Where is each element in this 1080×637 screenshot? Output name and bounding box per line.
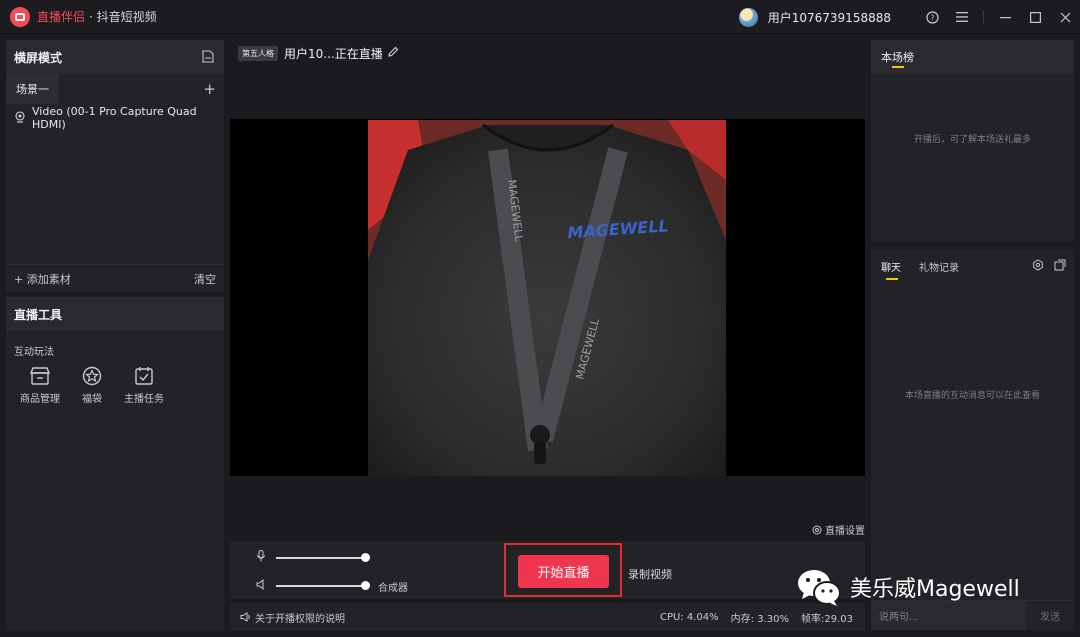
chat-tab-underline — [886, 277, 898, 280]
help-icon[interactable]: ? — [917, 0, 947, 34]
speaker-icon[interactable] — [256, 578, 267, 593]
lucky-bag-icon — [82, 366, 102, 386]
scene-panel-header: 横屏模式 — [6, 40, 224, 74]
frame-rate: 帧率:29.03 — [801, 613, 853, 625]
mode-title: 横屏模式 — [14, 50, 63, 65]
menu-icon[interactable] — [947, 0, 977, 34]
minimize-icon[interactable] — [990, 0, 1020, 34]
settings-gear-icon — [812, 525, 822, 534]
camera-feed: MAGEWELL MAGEWELL MAGEWELL — [368, 120, 726, 476]
app-logo-icon — [10, 6, 30, 27]
scene-tab-1[interactable]: 场景一 — [6, 74, 59, 104]
scene-panel: 横屏模式 场景一 + Video (00-1 Pro Capture Quad … — [6, 40, 224, 292]
start-live-button[interactable]: 开始直播 — [518, 555, 609, 588]
memory-usage: 内存: 3.30% — [730, 613, 789, 625]
app-name: 直播伴侣 — [37, 10, 86, 24]
tool-label: 福袋 — [82, 394, 102, 405]
source-label: Video (00-1 Pro Capture Quad HDMI) — [32, 105, 197, 131]
slider-knob[interactable] — [361, 553, 370, 562]
system-stats: CPU: 4.04% 内存: 3.30% 帧率:29.03 — [648, 603, 853, 631]
task-icon — [135, 367, 153, 385]
interactive-section-label: 互动玩法 — [14, 347, 54, 358]
app-subtitle: · 抖音短视频 — [89, 10, 157, 24]
close-icon[interactable] — [1050, 0, 1080, 34]
popout-icon[interactable] — [1054, 259, 1066, 274]
source-item[interactable]: Video (00-1 Pro Capture Quad HDMI) — [6, 104, 224, 132]
add-source-label: 添加素材 — [26, 272, 71, 286]
stream-title: 用户10...正在直播 — [284, 46, 383, 61]
clear-button[interactable]: 清空 — [194, 271, 216, 287]
announcement-icon — [240, 612, 250, 622]
scene-panel-footer: + 添加素材 清空 — [6, 264, 224, 292]
chat-header-icons — [1032, 259, 1066, 274]
status-bar: 关于开播权限的说明 CPU: 4.04% 内存: 3.30% 帧率:29.03 — [230, 603, 865, 631]
ranking-tab-underline — [892, 66, 904, 68]
tools-panel-header: 直播工具 — [6, 297, 224, 331]
store-icon — [29, 367, 51, 385]
tab-gift-records[interactable]: 礼物记录 — [919, 259, 959, 274]
tool-row: 商品管理 福袋 主播任务 — [6, 366, 224, 405]
title-bar: 直播伴侣 · 抖音短视频 用户1076739158888 ? — [0, 0, 1080, 34]
chat-tabs: 聊天 礼物记录 — [871, 250, 1074, 282]
ranking-header: 本场榜 — [871, 40, 1074, 74]
permission-note-link[interactable]: 关于开播权限的说明 — [240, 610, 345, 625]
maximize-icon[interactable] — [1020, 0, 1050, 34]
svg-text:?: ? — [930, 13, 934, 22]
tool-label: 主播任务 — [124, 394, 164, 405]
titlebar-divider — [983, 10, 984, 24]
ranking-panel: 本场榜 开播后，可了解本场送礼最多 — [871, 40, 1074, 242]
slider-knob[interactable] — [361, 581, 370, 590]
mixer-button[interactable]: 合成器 — [378, 579, 408, 594]
game-badge[interactable]: 第五人格 — [238, 45, 278, 61]
add-scene-icon[interactable]: + — [203, 80, 216, 98]
host-task-button[interactable]: 主播任务 — [118, 366, 170, 405]
send-button[interactable]: 发送 — [1026, 601, 1074, 630]
stream-header: 第五人格 用户10...正在直播 — [230, 40, 865, 66]
wechat-icon — [798, 570, 841, 606]
chat-settings-icon[interactable] — [1032, 259, 1044, 274]
microphone-icon[interactable] — [256, 550, 266, 565]
cpu-usage: CPU: 4.04% — [660, 611, 719, 623]
live-settings-label: 直播设置 — [825, 526, 865, 537]
permission-note-label: 关于开播权限的说明 — [255, 613, 345, 625]
avatar[interactable] — [738, 7, 758, 27]
tab-chat-label: 聊天 — [881, 262, 901, 274]
tool-label: 商品管理 — [20, 394, 60, 405]
watermark: 美乐威Magewell — [796, 568, 1020, 606]
tools-panel: 直播工具 互动玩法 商品管理 福袋 主播任务 — [6, 297, 224, 630]
ranking-empty-hint: 开播后，可了解本场送礼最多 — [913, 135, 1031, 145]
chat-empty-hint: 本场直播的互动消息可以在此查看 — [904, 391, 1040, 401]
scene-tab-row: 场景一 + — [6, 74, 224, 104]
tab-chat[interactable]: 聊天 — [881, 259, 901, 280]
username[interactable]: 用户1076739158888 — [768, 9, 891, 26]
add-source-button[interactable]: + 添加素材 — [14, 271, 71, 287]
product-management-button[interactable]: 商品管理 — [14, 366, 66, 405]
ranking-tab[interactable]: 本场榜 — [881, 49, 914, 65]
camera-icon — [14, 110, 26, 126]
layout-toggle-icon[interactable] — [202, 50, 214, 66]
live-settings-button[interactable]: 直播设置 — [812, 522, 865, 537]
tools-title: 直播工具 — [14, 307, 63, 322]
speaker-volume-slider[interactable] — [276, 581, 370, 590]
microphone-volume-slider[interactable] — [276, 553, 370, 562]
edit-icon[interactable] — [388, 46, 399, 60]
lucky-bag-button[interactable]: 福袋 — [66, 366, 118, 405]
record-video-link[interactable]: 录制视频 — [628, 566, 672, 582]
watermark-text: 美乐威Magewell — [850, 577, 1020, 602]
control-bar: 合成器 开始直播 录制视频 — [230, 541, 865, 599]
